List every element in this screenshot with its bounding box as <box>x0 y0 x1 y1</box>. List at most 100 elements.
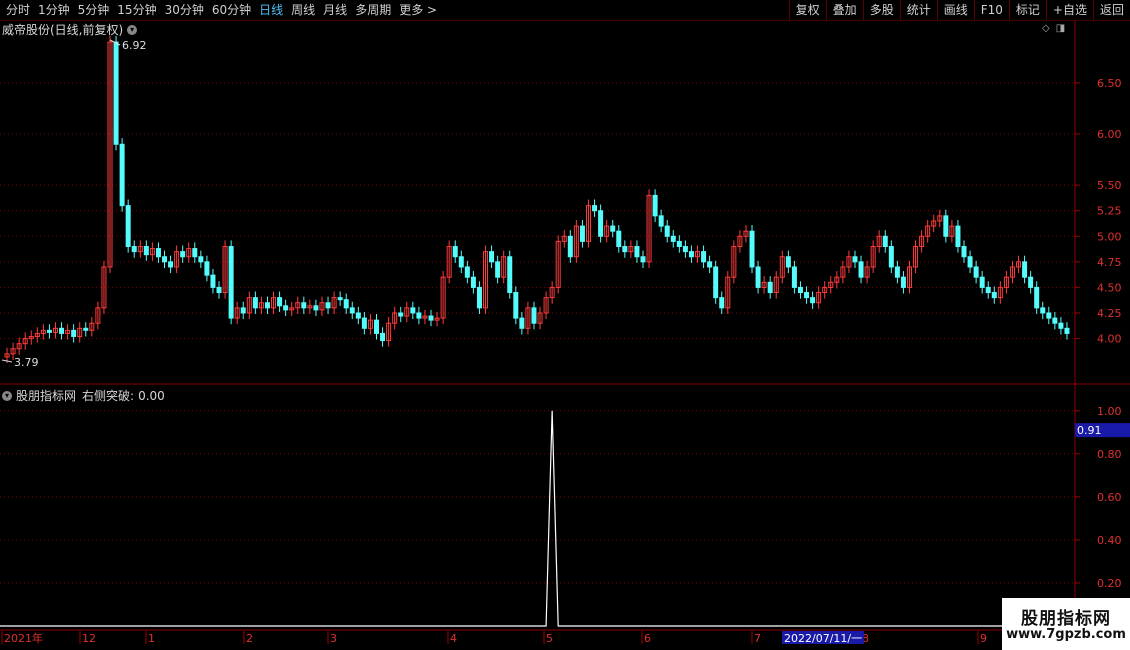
indicator-tick-label: 1.00 <box>1097 405 1122 418</box>
candle-body <box>192 248 198 258</box>
chevron-down-icon[interactable]: ▾ <box>2 390 12 401</box>
diamond-icon[interactable]: ◇ <box>1042 23 1050 34</box>
candle-body <box>707 261 713 268</box>
candle-body <box>531 307 537 324</box>
candle-body <box>155 248 161 258</box>
candle-body <box>228 246 234 319</box>
candle-body <box>749 230 755 268</box>
candle-body <box>701 251 707 263</box>
candle-body <box>567 235 573 258</box>
candle-body <box>495 261 501 278</box>
indicator-axis-ticks: 1.00 0.80 0.60 0.40 0.20 0.91 <box>1075 405 1130 590</box>
candle-body <box>1052 317 1058 324</box>
candle-body <box>900 276 906 288</box>
candle-body <box>325 302 331 309</box>
candle-body <box>343 299 349 309</box>
candle-body <box>973 266 979 278</box>
candle-body <box>513 292 519 319</box>
candle-body <box>1064 327 1070 334</box>
candle-body <box>283 305 289 311</box>
candle-body <box>622 246 628 253</box>
candle-body <box>416 312 422 319</box>
candle-body <box>676 240 682 248</box>
candle-body <box>119 143 125 207</box>
watermark-logo: 股朋指标网 www.7gpzb.com <box>1002 598 1130 650</box>
time-axis: 2021年 12 1 2 3 4 5 6 7 8 92022/07/11/一 <box>1 631 987 645</box>
candle-body <box>489 251 495 263</box>
candle-body <box>791 266 797 288</box>
candle-body <box>355 312 361 319</box>
candle-body <box>985 286 991 294</box>
candle-body <box>713 266 719 299</box>
candle-body <box>658 215 664 227</box>
candle-body <box>410 307 416 314</box>
time-label: 12 <box>82 632 96 645</box>
candle-body <box>380 332 386 342</box>
price-tick-label: 5.00 <box>1097 230 1122 243</box>
candle-body <box>755 266 761 288</box>
candle-body <box>810 297 816 304</box>
candle-body <box>168 261 174 268</box>
candle-body <box>852 256 858 263</box>
cursor-date-label: 2022/07/11/一 <box>784 632 862 645</box>
window-icon[interactable]: ◨ <box>1056 23 1065 34</box>
candle-body <box>198 256 204 263</box>
candle-body <box>162 256 168 263</box>
price-tick-label: 6.50 <box>1097 77 1122 90</box>
time-label: 1 <box>148 632 155 645</box>
candle-body <box>682 246 688 253</box>
indicator-name: 股朋指标网 <box>16 389 77 403</box>
candle-body <box>240 307 246 314</box>
candle-body <box>361 317 367 329</box>
chart-canvas[interactable]: 6.50 6.00 5.50 5.25 5.00 4.75 4.50 4.25 4.00 1.0… <box>0 0 1130 650</box>
candle-body <box>519 317 525 329</box>
candle-body <box>1046 312 1052 319</box>
candle-body <box>797 286 803 294</box>
candle-body <box>634 246 640 258</box>
indicator-series-label: 右侧突破: <box>82 389 135 403</box>
candle-body <box>125 205 131 248</box>
watermark-title: 股朋指标网 <box>1021 609 1111 629</box>
candle-body <box>858 261 864 278</box>
candle-body <box>71 329 77 337</box>
indicator-polyline <box>0 410 1075 627</box>
candle-body <box>598 210 604 237</box>
candle-body <box>888 246 894 268</box>
indicator-tick-label: 0.20 <box>1097 577 1122 590</box>
candle-body <box>458 256 464 268</box>
high-label: 6.92 <box>122 39 147 52</box>
time-label: 2021年 <box>4 631 43 645</box>
candle-body <box>59 327 65 334</box>
candle-body <box>616 230 622 248</box>
candle-body <box>264 302 270 309</box>
candle-body <box>216 286 222 294</box>
candlestick-series <box>4 35 1070 364</box>
candle-body <box>804 292 810 299</box>
price-tick-label: 5.50 <box>1097 179 1122 192</box>
candle-body <box>428 315 434 321</box>
time-label: 3 <box>330 632 337 645</box>
candle-body <box>113 41 119 145</box>
candle-body <box>1040 307 1046 314</box>
candle-body <box>767 281 773 294</box>
candle-body <box>592 205 598 212</box>
candle-body <box>373 319 379 334</box>
candle-body <box>464 266 470 278</box>
candle-body <box>1058 322 1064 329</box>
time-label: 4 <box>450 632 457 645</box>
candle-body <box>967 256 973 268</box>
price-tick-label: 6.00 <box>1097 128 1122 141</box>
candle-body <box>476 286 482 309</box>
candle-body <box>470 276 476 288</box>
price-tick-label: 4.25 <box>1097 307 1122 320</box>
indicator-grid <box>0 410 1075 584</box>
candle-body <box>301 302 307 309</box>
price-tick-label: 5.25 <box>1097 205 1122 218</box>
candle-body <box>579 225 585 242</box>
candle-body <box>180 251 186 258</box>
candle-body <box>1034 286 1040 309</box>
candle-body <box>882 235 888 248</box>
candle-body <box>210 274 216 288</box>
chevron-down-icon[interactable]: ▾ <box>127 24 138 35</box>
indicator-tick-label: 0.80 <box>1097 448 1122 461</box>
